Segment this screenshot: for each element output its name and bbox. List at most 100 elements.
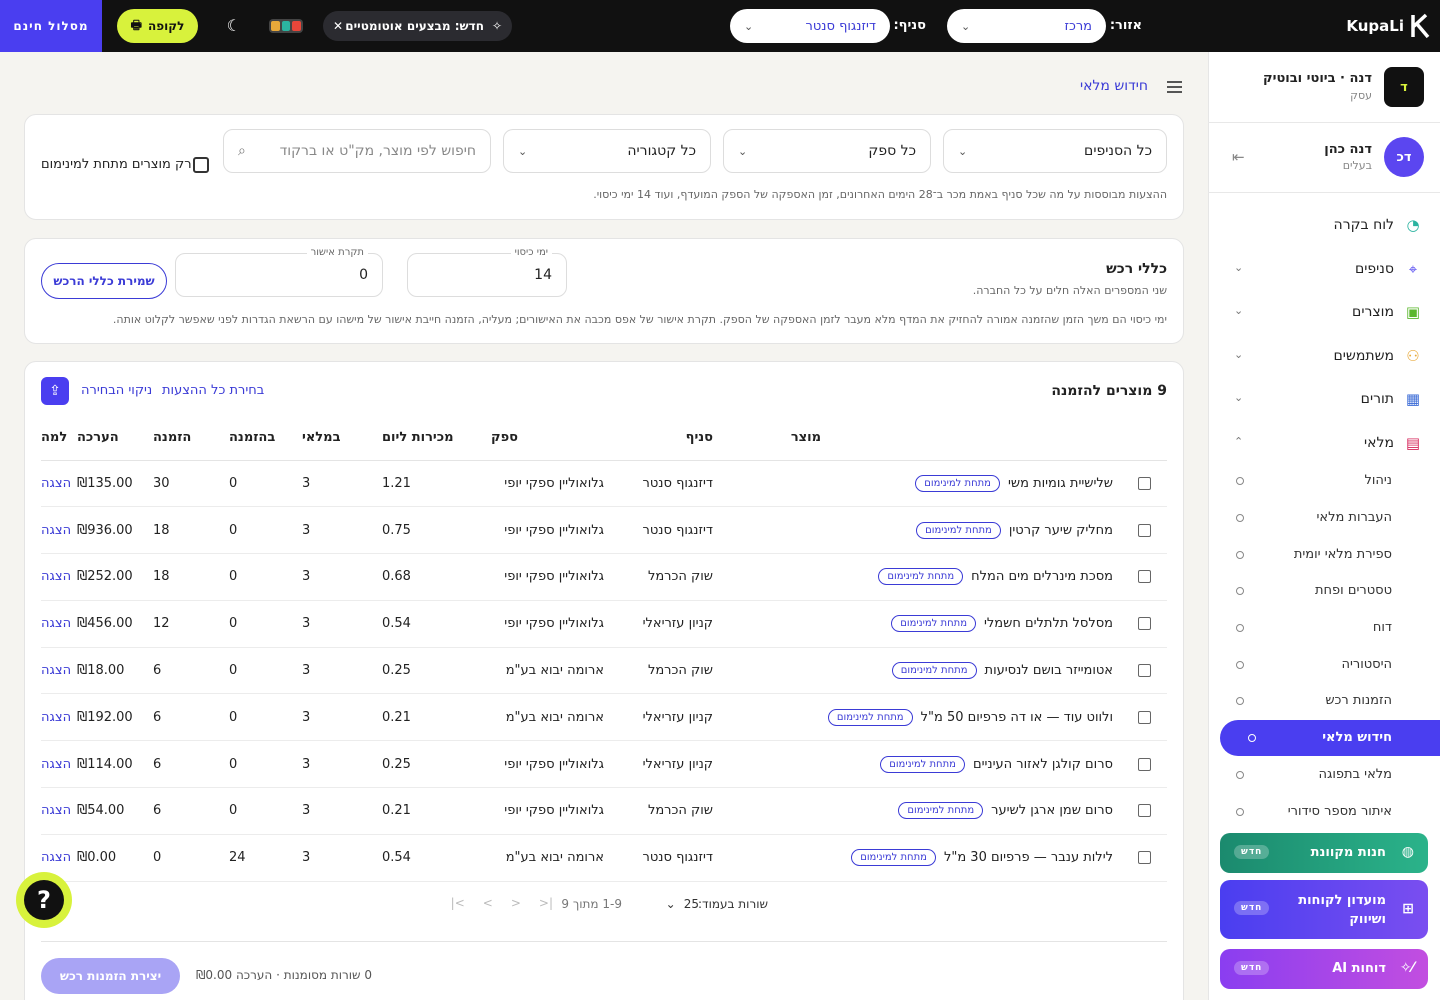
first-page-icon[interactable]: |< [539, 896, 553, 910]
show-why-link[interactable]: הצגה [41, 460, 77, 508]
sidebar-subitem-daily-count[interactable]: ספירת מלאי יומית [1220, 538, 1428, 572]
show-why-link[interactable]: הצגה [41, 506, 77, 555]
theme-colors-swatch[interactable] [269, 19, 303, 33]
row-checkbox[interactable] [1137, 617, 1151, 631]
cell-on-order: 0 [229, 647, 302, 695]
sidebar-item-branches[interactable]: ⌖ סניפים ⌄ [1220, 251, 1428, 287]
supplier-filter-select[interactable]: כל ספק ⌄ [723, 129, 931, 173]
promo-online-store[interactable]: ◍ חנות מקוונת חדש [1220, 833, 1428, 873]
select-all-link[interactable]: בחירת כל ההצעות [162, 383, 264, 398]
column-product: מוצר [775, 416, 1121, 461]
chevron-down-icon: ⌄ [961, 19, 971, 33]
pos-button[interactable]: לקופה 🖶 [117, 9, 198, 43]
sidebar-subitem-transfers[interactable]: העברות מלאי [1220, 501, 1428, 535]
show-why-link[interactable]: הצגה [41, 787, 77, 835]
clear-selection-link[interactable]: ניקוי הבחירה [81, 383, 152, 398]
hamburger-menu-icon[interactable] [1167, 81, 1182, 93]
bullet-icon [1236, 514, 1244, 522]
app-logo-text: KupaLi [1346, 17, 1404, 35]
create-purchase-orders-button[interactable]: יצירת הזמנות רכש [41, 958, 180, 994]
new-feature-text: חדש: מבצעים אוטומטיים [345, 19, 484, 33]
cell-supplier: ארומה יבוא בע"מ [483, 834, 630, 882]
category-filter-select[interactable]: כל קטגוריה ⌄ [503, 129, 711, 173]
users-icon: ⚇ [1406, 347, 1420, 365]
sidebar-item-inventory[interactable]: ▤ מלאי ⌃ [1220, 425, 1428, 461]
column-why: למה [41, 416, 77, 461]
next-page-icon[interactable]: > [483, 896, 493, 910]
sidebar-item-products[interactable]: ▣ מוצרים ⌄ [1220, 294, 1428, 330]
dashboard-icon: ◔ [1406, 216, 1420, 234]
sidebar-subitem-manage[interactable]: ניהול [1220, 464, 1428, 498]
table-row: מחליק שיער קרטין מתחת למינימום דיזנגוף סנט… [41, 506, 1167, 555]
column-order: הזמנה [153, 416, 229, 461]
cell-branch: שוק הכרמל [630, 553, 775, 601]
sidebar-subitem-testers[interactable]: טסטרים ופחת [1220, 574, 1428, 608]
sidebar-subitem-expiry[interactable]: מלאי בתפוגה [1220, 758, 1428, 792]
table-row: אטומייזר בושם לנסיעות מתחת למינימום שוק הכ… [41, 647, 1167, 695]
row-checkbox[interactable] [1137, 757, 1151, 771]
sidebar-subitem-replenishment[interactable]: חידוש מלאי [1220, 720, 1440, 756]
row-checkbox[interactable] [1137, 851, 1151, 865]
dark-mode-moon-icon[interactable]: ☾ [221, 16, 241, 36]
app-logo[interactable]: KupaLi [1346, 13, 1430, 39]
rules-subtitle: שני המספרים האלה חלים על כל החברה. [972, 284, 1167, 297]
last-page-icon[interactable]: >| [451, 896, 465, 910]
row-checkbox[interactable] [1137, 476, 1151, 490]
row-checkbox[interactable] [1137, 664, 1151, 678]
category-filter-value: כל קטגוריה [627, 143, 696, 159]
sidebar-item-dashboard[interactable]: ◔ לוח בקרה [1220, 207, 1428, 243]
show-why-link[interactable]: הצגה [41, 740, 77, 789]
bullet-icon [1248, 734, 1256, 742]
product-name: סרום קולגן לאזור העיניים [972, 756, 1113, 772]
inventory-icon: ▤ [1405, 434, 1421, 452]
previous-page-icon[interactable]: < [511, 896, 521, 910]
approval-cap-input[interactable]: תקרת אישור 0 [175, 247, 383, 297]
business-card[interactable]: ד דנה · ביוטי ובוטיק עסק [1224, 67, 1424, 107]
show-why-link[interactable]: הצגה [41, 553, 77, 601]
rows-per-page-select[interactable]: 25 ⌄ [666, 897, 699, 911]
table-row: שלישיית גומיות משי מתחת למינימום דיזנגוף ס… [41, 460, 1167, 508]
user-card[interactable]: דכ דנה כהן בעלים ⇤ [1224, 136, 1424, 178]
sidebar-subitem-history[interactable]: היסטוריה [1220, 648, 1428, 682]
sidebar-subitem-serial-lookup[interactable]: איתור מספר סידורי [1220, 795, 1428, 829]
row-checkbox[interactable] [1137, 710, 1151, 724]
chevron-down-icon: ⌄ [1234, 261, 1244, 274]
row-checkbox[interactable] [1137, 804, 1151, 818]
cell-estimate: ₪192.00 [77, 693, 153, 742]
sidebar-subitem-report[interactable]: דוח [1220, 611, 1428, 645]
save-rules-button[interactable]: שמירת כללי הרכש [41, 263, 167, 299]
free-plan-button[interactable]: מסלול חינם [0, 0, 102, 52]
row-checkbox[interactable] [1137, 570, 1151, 584]
sidebar-subitem-purchase-orders[interactable]: הזמנות רכש [1220, 684, 1428, 718]
below-min-checkbox[interactable] [193, 157, 209, 173]
cell-stock: 3 [302, 600, 382, 648]
rows-per-page-label: שורות בעמוד: [698, 897, 768, 911]
cell-stock: 3 [302, 787, 382, 835]
area-select[interactable]: מרכז ⌄ [947, 9, 1106, 43]
help-button[interactable]: ? [16, 872, 72, 928]
promo-ai-reports[interactable]: ⁄✧ דוחות AI חדש [1220, 949, 1428, 989]
row-checkbox[interactable] [1137, 523, 1151, 537]
branch-select[interactable]: דיזנגוף סנטר ⌄ [730, 9, 890, 43]
calendar-icon: ▦ [1405, 390, 1421, 408]
branch-filter-select[interactable]: כל הסניפים ⌄ [943, 129, 1167, 173]
close-icon[interactable]: ✕ [333, 19, 343, 33]
export-upload-icon[interactable]: ⇪ [41, 377, 69, 405]
below-min-tag: מתחת למינימום [880, 755, 965, 773]
table-row: מסכת מינרלים מים המלח מתחת למינימום שוק הכ… [41, 553, 1167, 601]
coverage-days-label: ימי כיסוי [510, 247, 552, 258]
show-why-link[interactable]: הצגה [41, 647, 77, 695]
new-feature-chip[interactable]: ✧ חדש: מבצעים אוטומטיים ✕ [323, 11, 512, 41]
logout-icon[interactable]: ⇤ [1232, 148, 1245, 166]
product-search-input[interactable]: חיפוש לפי מוצר, מק"ט או ברקוד ⌕ [223, 129, 491, 173]
sidebar-item-appointments[interactable]: ▦ תורים ⌄ [1220, 381, 1428, 417]
sidebar-item-users[interactable]: ⚇ משתמשים ⌄ [1220, 338, 1428, 374]
show-why-link[interactable]: הצגה [41, 693, 77, 742]
promo-loyalty[interactable]: ⊞ מועדון לקוחות ושיווק חדש [1220, 880, 1428, 939]
branch-filter-value: כל הסניפים [1084, 143, 1152, 159]
cell-supplier: ארומה יבוא בע"מ [483, 647, 630, 695]
sidebar-subitem-label: הזמנות רכש [1325, 693, 1392, 708]
coverage-days-input[interactable]: ימי כיסוי 14 [407, 247, 567, 297]
pagination-controls: |< < > >| [451, 896, 553, 910]
show-why-link[interactable]: הצגה [41, 600, 77, 648]
